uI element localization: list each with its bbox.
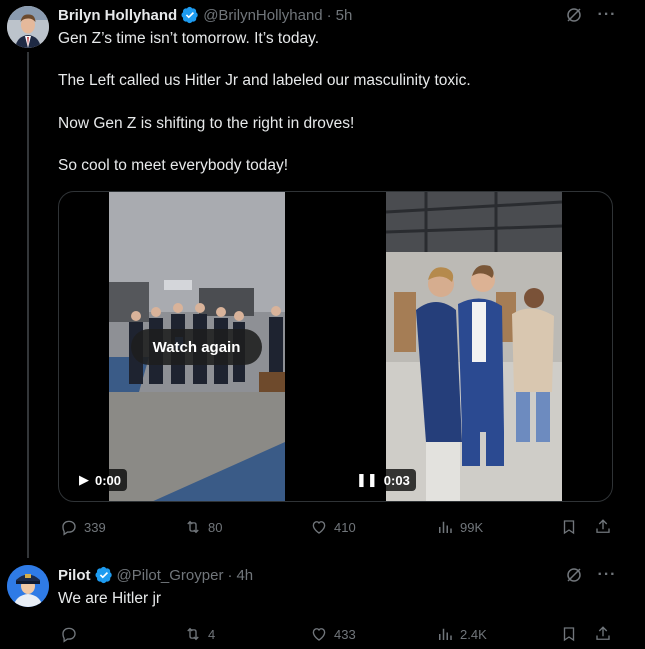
repost-icon: [187, 627, 199, 641]
video-player-2[interactable]: [386, 192, 562, 501]
author-handle[interactable]: @Pilot_Groyper: [117, 567, 224, 584]
heart-icon: [312, 628, 326, 641]
share-button[interactable]: [594, 518, 612, 536]
post-time[interactable]: 4h: [236, 567, 253, 584]
video-2-time: 0:03: [383, 472, 410, 488]
video-1-timestamp[interactable]: ▶ 0:00: [73, 469, 128, 491]
reply-count: 339: [84, 519, 106, 535]
repost-count: 80: [208, 519, 223, 535]
bookmark-button[interactable]: [560, 518, 578, 536]
like-count: 433: [334, 626, 356, 642]
tweet-header: Brilyn Hollyhand @BrilynHollyhand · 5h: [58, 4, 352, 26]
author-name[interactable]: Brilyn Hollyhand: [58, 7, 177, 24]
author-name[interactable]: Pilot: [58, 567, 91, 584]
tweet-actions-bar: 339 80 410 99K: [58, 516, 618, 538]
reply-icon: [62, 520, 76, 536]
video-1-time: 0:00: [95, 472, 122, 488]
like-count: 410: [334, 519, 356, 535]
views-button[interactable]: 99K: [436, 518, 483, 536]
tweet-text-line-4: So cool to meet everybody today!: [58, 157, 289, 174]
video-2-timestamp[interactable]: ❚❚ 0:03: [350, 469, 416, 491]
repost-icon: [187, 520, 199, 534]
share-icon: [596, 519, 610, 533]
watch-again-button[interactable]: Watch again: [131, 329, 262, 365]
share-icon: [596, 626, 610, 640]
repost-button[interactable]: 4: [184, 625, 215, 643]
like-button[interactable]: 410: [310, 518, 356, 536]
separator-dot: ·: [227, 566, 233, 584]
repost-count: 4: [208, 626, 216, 642]
views-count: 99K: [460, 519, 484, 535]
views-chart-icon: [439, 628, 452, 640]
reply-tweet-header: Pilot @Pilot_Groyper · 4h: [58, 564, 253, 586]
grok-icon[interactable]: [565, 566, 583, 584]
grok-icon[interactable]: [565, 6, 583, 24]
bookmark-icon: [563, 627, 575, 642]
pause-icon: ❚❚: [356, 472, 378, 487]
verified-badge-icon: [94, 566, 112, 584]
reply-icon: [62, 627, 76, 643]
avatar-brilyn[interactable]: [7, 6, 49, 48]
repost-button[interactable]: 80: [184, 518, 222, 536]
reply-actions-bar: 4 433 2.4K: [58, 623, 618, 645]
share-button[interactable]: [594, 625, 612, 643]
more-options-icon[interactable]: ···: [597, 566, 617, 584]
avatar-image: [7, 6, 49, 48]
views-chart-icon: [439, 521, 452, 533]
thread-connector-line: [27, 52, 29, 558]
tweet-text-line-1: Gen Z’s time isn’t tomorrow. It’s today.: [58, 30, 320, 47]
tweet-text-line-2: The Left called us Hitler Jr and labeled…: [58, 72, 471, 89]
avatar-pilot[interactable]: [7, 565, 49, 607]
reply-button[interactable]: [60, 625, 84, 643]
reply-text: We are Hitler jr: [58, 590, 162, 607]
bookmark-icon: [563, 520, 575, 535]
views-count: 2.4K: [460, 626, 487, 642]
heart-icon: [312, 521, 326, 534]
post-time[interactable]: 5h: [336, 7, 353, 24]
separator-dot: ·: [326, 6, 332, 24]
video-2-frame: [386, 192, 562, 501]
more-options-icon[interactable]: ···: [597, 6, 617, 24]
author-handle[interactable]: @BrilynHollyhand: [203, 7, 322, 24]
views-button[interactable]: 2.4K: [436, 625, 487, 643]
avatar-image: [7, 565, 49, 607]
play-icon: ▶: [79, 472, 89, 487]
bookmark-button[interactable]: [560, 625, 578, 643]
tweet-text-line-3: Now Gen Z is shifting to the right in dr…: [58, 115, 355, 132]
tweet-top-actions: ···: [565, 6, 617, 24]
reply-button[interactable]: 339: [60, 518, 106, 536]
like-button[interactable]: 433: [310, 625, 356, 643]
verified-badge-icon: [181, 6, 198, 24]
reply-top-actions: ···: [565, 566, 617, 584]
